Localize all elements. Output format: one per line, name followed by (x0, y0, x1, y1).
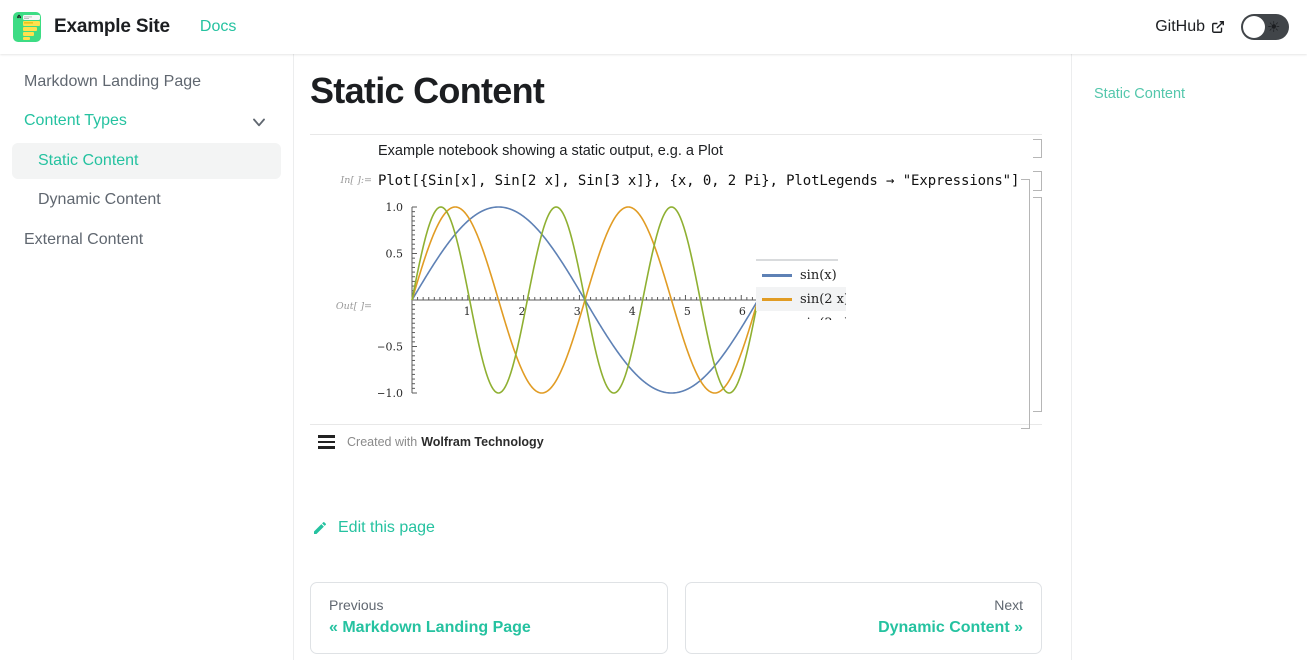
docs-pagination: Previous « Markdown Landing Page Next Dy… (310, 582, 1042, 654)
sidebar-item-content-types[interactable]: Content Types (12, 103, 281, 139)
sidebar-item-label: Static Content (38, 151, 139, 169)
pagination-previous[interactable]: Previous « Markdown Landing Page (310, 582, 668, 654)
external-link-icon (1211, 20, 1225, 34)
legend-swatch-1 (762, 297, 792, 301)
sidebar-item-label: Content Types (24, 112, 127, 130)
chevron-down-icon[interactable] (249, 112, 269, 132)
plot-legend-rows: sin(x) sin(2 x) sin(3 x) (756, 263, 846, 320)
legend-entry: sin(2 x) (756, 287, 846, 311)
notebook-cell-bracket[interactable] (1033, 139, 1042, 158)
svg-text:4: 4 (629, 305, 636, 318)
wolfram-notebook-embed: Example notebook showing a static output… (310, 134, 1042, 429)
sidebar-item-label: External Content (24, 230, 144, 248)
sidebar-item-static-content[interactable]: Static Content (12, 142, 281, 180)
sun-icon: ☀ (1267, 18, 1281, 36)
toc-item-static-content[interactable]: Static Content (1094, 86, 1307, 102)
notebook-group-bracket[interactable] (1021, 179, 1030, 429)
notebook-cell-bracket[interactable] (1033, 171, 1042, 191)
main-content: Static Content Example notebook showing … (294, 54, 1071, 660)
theme-toggle-knob (1243, 16, 1265, 38)
edit-this-page-link[interactable]: Edit this page (312, 519, 435, 537)
notebook-cell-bracket[interactable] (1033, 197, 1042, 412)
nav-item-docs[interactable]: Docs (200, 18, 236, 36)
notebook-cell-text: Example notebook showing a static output… (310, 135, 1042, 165)
github-label: GitHub (1155, 18, 1205, 35)
navbar: Example Site Docs GitHub ☀ (0, 0, 1307, 54)
nav-item-github[interactable]: GitHub (1155, 18, 1225, 36)
sidebar-item-label: Markdown Landing Page (24, 73, 202, 90)
sine-plot-figure: 1 2 3 4 5 6 1.0 0.5 −0.5 −1.0 sin(x) sin(2 x) (376, 197, 1042, 412)
legend-label-1: sin(2 x) (800, 291, 846, 307)
pagination-previous-title: « Markdown Landing Page (329, 619, 531, 636)
legend-entry: sin(x) (756, 263, 846, 287)
notebook-logo-icon[interactable] (12, 11, 44, 43)
svg-text:−1.0: −1.0 (378, 387, 403, 400)
svg-text:1: 1 (464, 305, 471, 318)
notebook-cell-input: In[ ]:= Plot[{Sin[x], Sin[2 x], Sin[3 x]… (310, 165, 1042, 193)
table-of-contents: Static Content (1071, 54, 1307, 660)
legend-label-2: sin(3 x) (800, 316, 846, 321)
notebook-footer: Created with Wolfram Technology (310, 425, 1042, 457)
svg-text:5: 5 (684, 305, 691, 318)
page-layout: Markdown Landing Page Content Types Stat… (0, 54, 1307, 660)
sidebar-item-markdown-landing-page[interactable]: Markdown Landing Page (12, 64, 281, 100)
svg-text:−0.5: −0.5 (378, 341, 403, 354)
navbar-left: Example Site Docs (12, 11, 236, 43)
legend-entry: sin(3 x) (756, 311, 846, 321)
pagination-previous-sublabel: Previous (329, 597, 384, 613)
page-title: Static Content (310, 70, 545, 111)
navbar-right: GitHub ☀ (1155, 14, 1289, 40)
edit-this-page-label: Edit this page (338, 519, 435, 536)
legend-swatch-0 (762, 273, 792, 277)
svg-text:1.0: 1.0 (386, 201, 404, 214)
notebook-footer-prefix: Created with (347, 435, 418, 449)
plot-legend: sin(x) sin(2 x) sin(3 x) (756, 263, 846, 320)
notebook-input-code[interactable]: Plot[{Sin[x], Sin[2 x], Sin[3 x]}, {x, 0… (378, 171, 1019, 193)
svg-text:0.5: 0.5 (386, 248, 404, 261)
theme-toggle-switch[interactable]: ☀ (1241, 14, 1289, 40)
svg-text:6: 6 (739, 305, 746, 318)
sidebar-item-label: Dynamic Content (38, 191, 161, 209)
notebook-out-label: Out[ ]= (335, 301, 372, 312)
pagination-next-title: Dynamic Content » (878, 619, 1023, 636)
notebook-intro-text: Example notebook showing a static output… (378, 143, 723, 159)
site-brand-title[interactable]: Example Site (54, 16, 170, 38)
legend-label-0: sin(x) (800, 267, 837, 283)
docs-sidebar: Markdown Landing Page Content Types Stat… (0, 54, 294, 660)
sidebar-item-dynamic-content[interactable]: Dynamic Content (12, 182, 281, 218)
notebook-in-label: In[ ]:= (340, 175, 372, 186)
notebook-cell-output: Out[ ]= 1 2 3 4 5 6 1.0 0.5 −0.5 −1.0 sin(x) (310, 193, 1042, 424)
sine-plot-svg: 1 2 3 4 5 61.00.5−0.5−1.0 (376, 201, 759, 400)
pencil-icon (312, 520, 328, 536)
hamburger-icon[interactable] (318, 435, 335, 449)
legend-top-rule (756, 259, 838, 261)
pagination-next-sublabel: Next (994, 597, 1023, 613)
sidebar-item-external-content[interactable]: External Content (12, 222, 281, 258)
notebook-footer-brand: Wolfram Technology (421, 435, 544, 449)
pagination-next[interactable]: Next Dynamic Content » (684, 582, 1042, 654)
